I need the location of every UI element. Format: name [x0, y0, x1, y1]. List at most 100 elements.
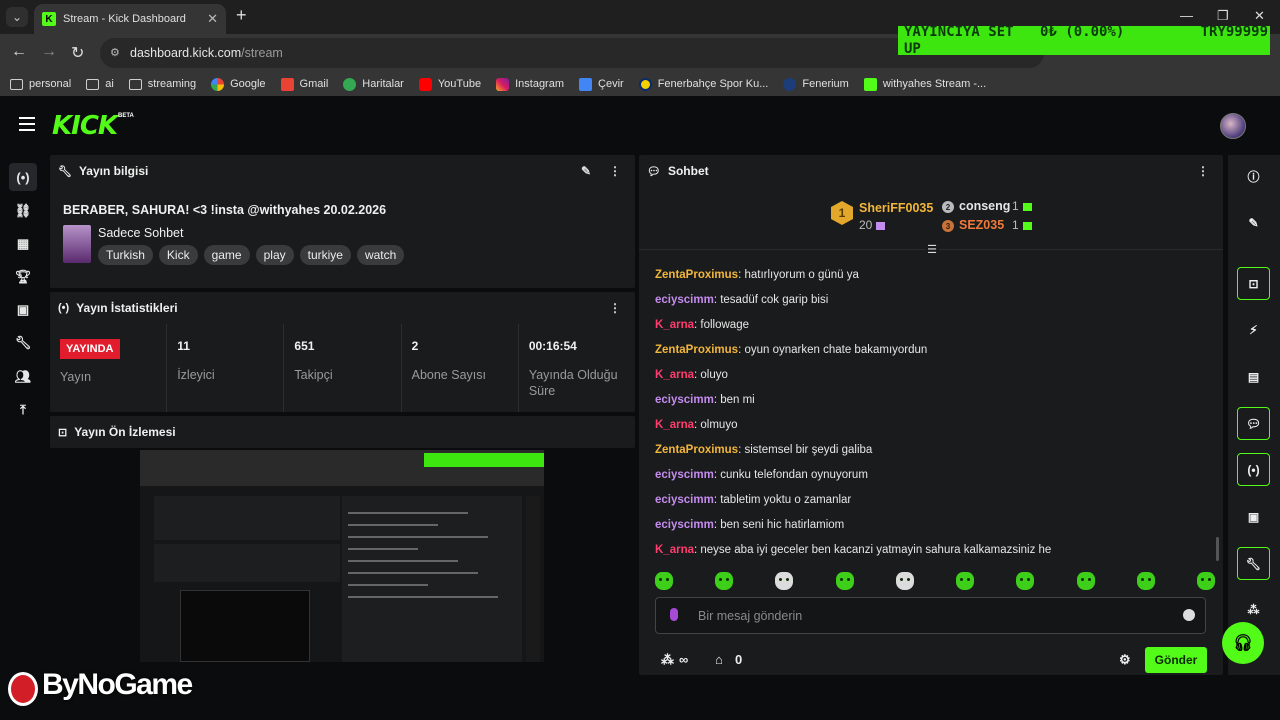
new-tab-button[interactable]: +: [236, 5, 247, 26]
community-icon[interactable]: 👥︎: [9, 363, 37, 391]
chat-username[interactable]: K_arna: [655, 544, 694, 556]
settings-gear-icon[interactable]: ⚙: [1119, 652, 1131, 668]
more-options-icon[interactable]: ⋮: [1197, 164, 1209, 178]
emote-icon[interactable]: [1076, 572, 1095, 590]
browser-tab[interactable]: K Stream - Kick Dashboard ✕: [34, 4, 226, 34]
tag[interactable]: game: [203, 245, 250, 265]
broadcast-toggle-icon[interactable]: (•): [1237, 453, 1270, 486]
stream-category[interactable]: Sadece Sohbet: [98, 226, 184, 240]
store-icon[interactable]: ⌂: [715, 652, 723, 667]
trophy-icon[interactable]: 🏆︎: [9, 263, 37, 291]
chat-scrollbar[interactable]: [1216, 537, 1219, 561]
bookmark-ai[interactable]: ai: [86, 78, 114, 90]
chat-username[interactable]: eciyscimm: [655, 394, 714, 406]
chat-message-input[interactable]: Bir mesaj gönderin: [655, 597, 1206, 634]
tab-search-button[interactable]: ⌄: [6, 7, 28, 27]
gifter-name[interactable]: SEZ035: [959, 218, 1004, 232]
bookmark-streaming[interactable]: streaming: [128, 78, 196, 90]
bookmark-maps[interactable]: Haritalar: [343, 77, 404, 91]
chat-username[interactable]: eciyscimm: [655, 494, 714, 506]
send-button[interactable]: Gönder: [1145, 647, 1207, 673]
chat-message: K_arna: followage: [655, 319, 749, 331]
info-icon[interactable]: ⓘ: [1237, 160, 1270, 193]
bookmark-fenerbahce[interactable]: Fenerbahçe Spor Ku...: [638, 77, 768, 91]
upload-icon[interactable]: ⤒: [9, 396, 37, 424]
stream-icon[interactable]: (•): [9, 163, 37, 191]
chat-username[interactable]: ZentaProximus: [655, 444, 738, 456]
tag[interactable]: watch: [356, 245, 405, 265]
lightning-icon[interactable]: ⚡︎: [1237, 313, 1270, 346]
support-headset-button[interactable]: 🎧︎: [1222, 622, 1264, 664]
collapse-icon[interactable]: ☰: [925, 243, 939, 256]
emote-icon[interactable]: [1196, 572, 1215, 590]
close-icon[interactable]: ✕: [207, 11, 218, 27]
chat-panel: 💬︎ Sohbet ⋮ 1 SheriFF0035 20 2 conseng 1…: [639, 155, 1223, 675]
menu-icon[interactable]: [19, 117, 35, 131]
chat-username[interactable]: ZentaProximus: [655, 269, 738, 281]
link-icon[interactable]: ⛓: [9, 197, 37, 225]
bookmark-translate[interactable]: Çevir: [579, 77, 624, 91]
more-options-icon[interactable]: ⋮: [609, 164, 621, 178]
emote-icon[interactable]: [895, 572, 914, 590]
channel-points-icon[interactable]: ⁂: [661, 652, 674, 668]
chat-username[interactable]: eciyscimm: [655, 294, 714, 306]
stream-preview-video[interactable]: [140, 450, 544, 662]
emote-icon[interactable]: [775, 572, 794, 590]
bookmark-instagram[interactable]: Instagram: [496, 77, 564, 91]
edit-icon[interactable]: ✎: [581, 164, 591, 178]
window-close-icon[interactable]: ✕: [1254, 8, 1265, 24]
chat-toggle-icon[interactable]: 💬︎: [1237, 407, 1270, 440]
chat-username[interactable]: K_arna: [655, 369, 694, 381]
tag[interactable]: play: [255, 245, 294, 265]
stat-value: 2: [411, 339, 419, 353]
bookmark-youtube[interactable]: YouTube: [418, 77, 482, 91]
bookmark-personal[interactable]: personal: [10, 78, 71, 90]
bookmark-google[interactable]: Google: [211, 77, 266, 91]
chat-username[interactable]: K_arna: [655, 419, 694, 431]
emoji-picker-icon[interactable]: [1183, 609, 1195, 621]
emote-icon[interactable]: [956, 572, 975, 590]
bookmark-gmail[interactable]: Gmail: [280, 77, 328, 91]
minimize-icon[interactable]: —: [1180, 8, 1193, 23]
camera-icon[interactable]: ▣: [1237, 500, 1270, 533]
forward-icon[interactable]: →: [41, 43, 57, 61]
gifter-name[interactable]: conseng: [959, 199, 1010, 213]
emote-icon[interactable]: [835, 572, 854, 590]
emote-icon[interactable]: [715, 572, 734, 590]
bookmark-label: YouTube: [437, 78, 482, 90]
chat-username[interactable]: ZentaProximus: [655, 344, 738, 356]
preview-nested-preview: [180, 590, 310, 662]
stat-label: Abone Sayısı: [411, 368, 486, 382]
kick-logo[interactable]: KICK: [52, 111, 118, 141]
video-icon[interactable]: ▣: [9, 296, 37, 324]
microphone-icon[interactable]: [670, 608, 678, 621]
analytics-icon[interactable]: ▦: [9, 230, 37, 258]
tag[interactable]: turkiye: [299, 245, 351, 265]
stat-viewers: 11 İzleyici: [167, 324, 285, 412]
back-icon[interactable]: ←: [11, 43, 27, 61]
site-info-icon[interactable]: ⚙: [110, 46, 120, 59]
edit-icon[interactable]: ✎: [1237, 206, 1270, 239]
emote-icon[interactable]: [1136, 572, 1155, 590]
emote-icon[interactable]: [655, 572, 673, 590]
bookmark-label: withyahes Stream -...: [882, 78, 987, 90]
top-gifter-name[interactable]: SheriFF0035: [859, 201, 933, 215]
emote-icon[interactable]: [1016, 572, 1035, 590]
preview-toggle-icon[interactable]: ⊡: [1237, 267, 1270, 300]
notes-icon[interactable]: ▤: [1237, 360, 1270, 393]
tag[interactable]: Kick: [158, 245, 198, 265]
wrench-icon[interactable]: 🔧︎: [9, 329, 37, 357]
reload-icon[interactable]: ↻: [71, 43, 84, 63]
avatar[interactable]: [1220, 113, 1246, 139]
panel-title: Sohbet: [667, 164, 709, 178]
chat-username[interactable]: eciyscimm: [655, 469, 714, 481]
more-options-icon[interactable]: ⋮: [609, 301, 621, 315]
bookmark-fenerium[interactable]: Fenerium: [783, 77, 849, 91]
chat-username[interactable]: K_arna: [655, 319, 694, 331]
fenerbahce-icon: [638, 77, 652, 91]
restore-icon[interactable]: ❐: [1217, 8, 1229, 24]
chat-username[interactable]: eciyscimm: [655, 519, 714, 531]
tag[interactable]: Turkish: [98, 245, 153, 265]
bookmark-withyahes[interactable]: withyahes Stream -...: [863, 77, 987, 91]
wrench-toggle-icon[interactable]: 🔧︎: [1237, 547, 1270, 580]
